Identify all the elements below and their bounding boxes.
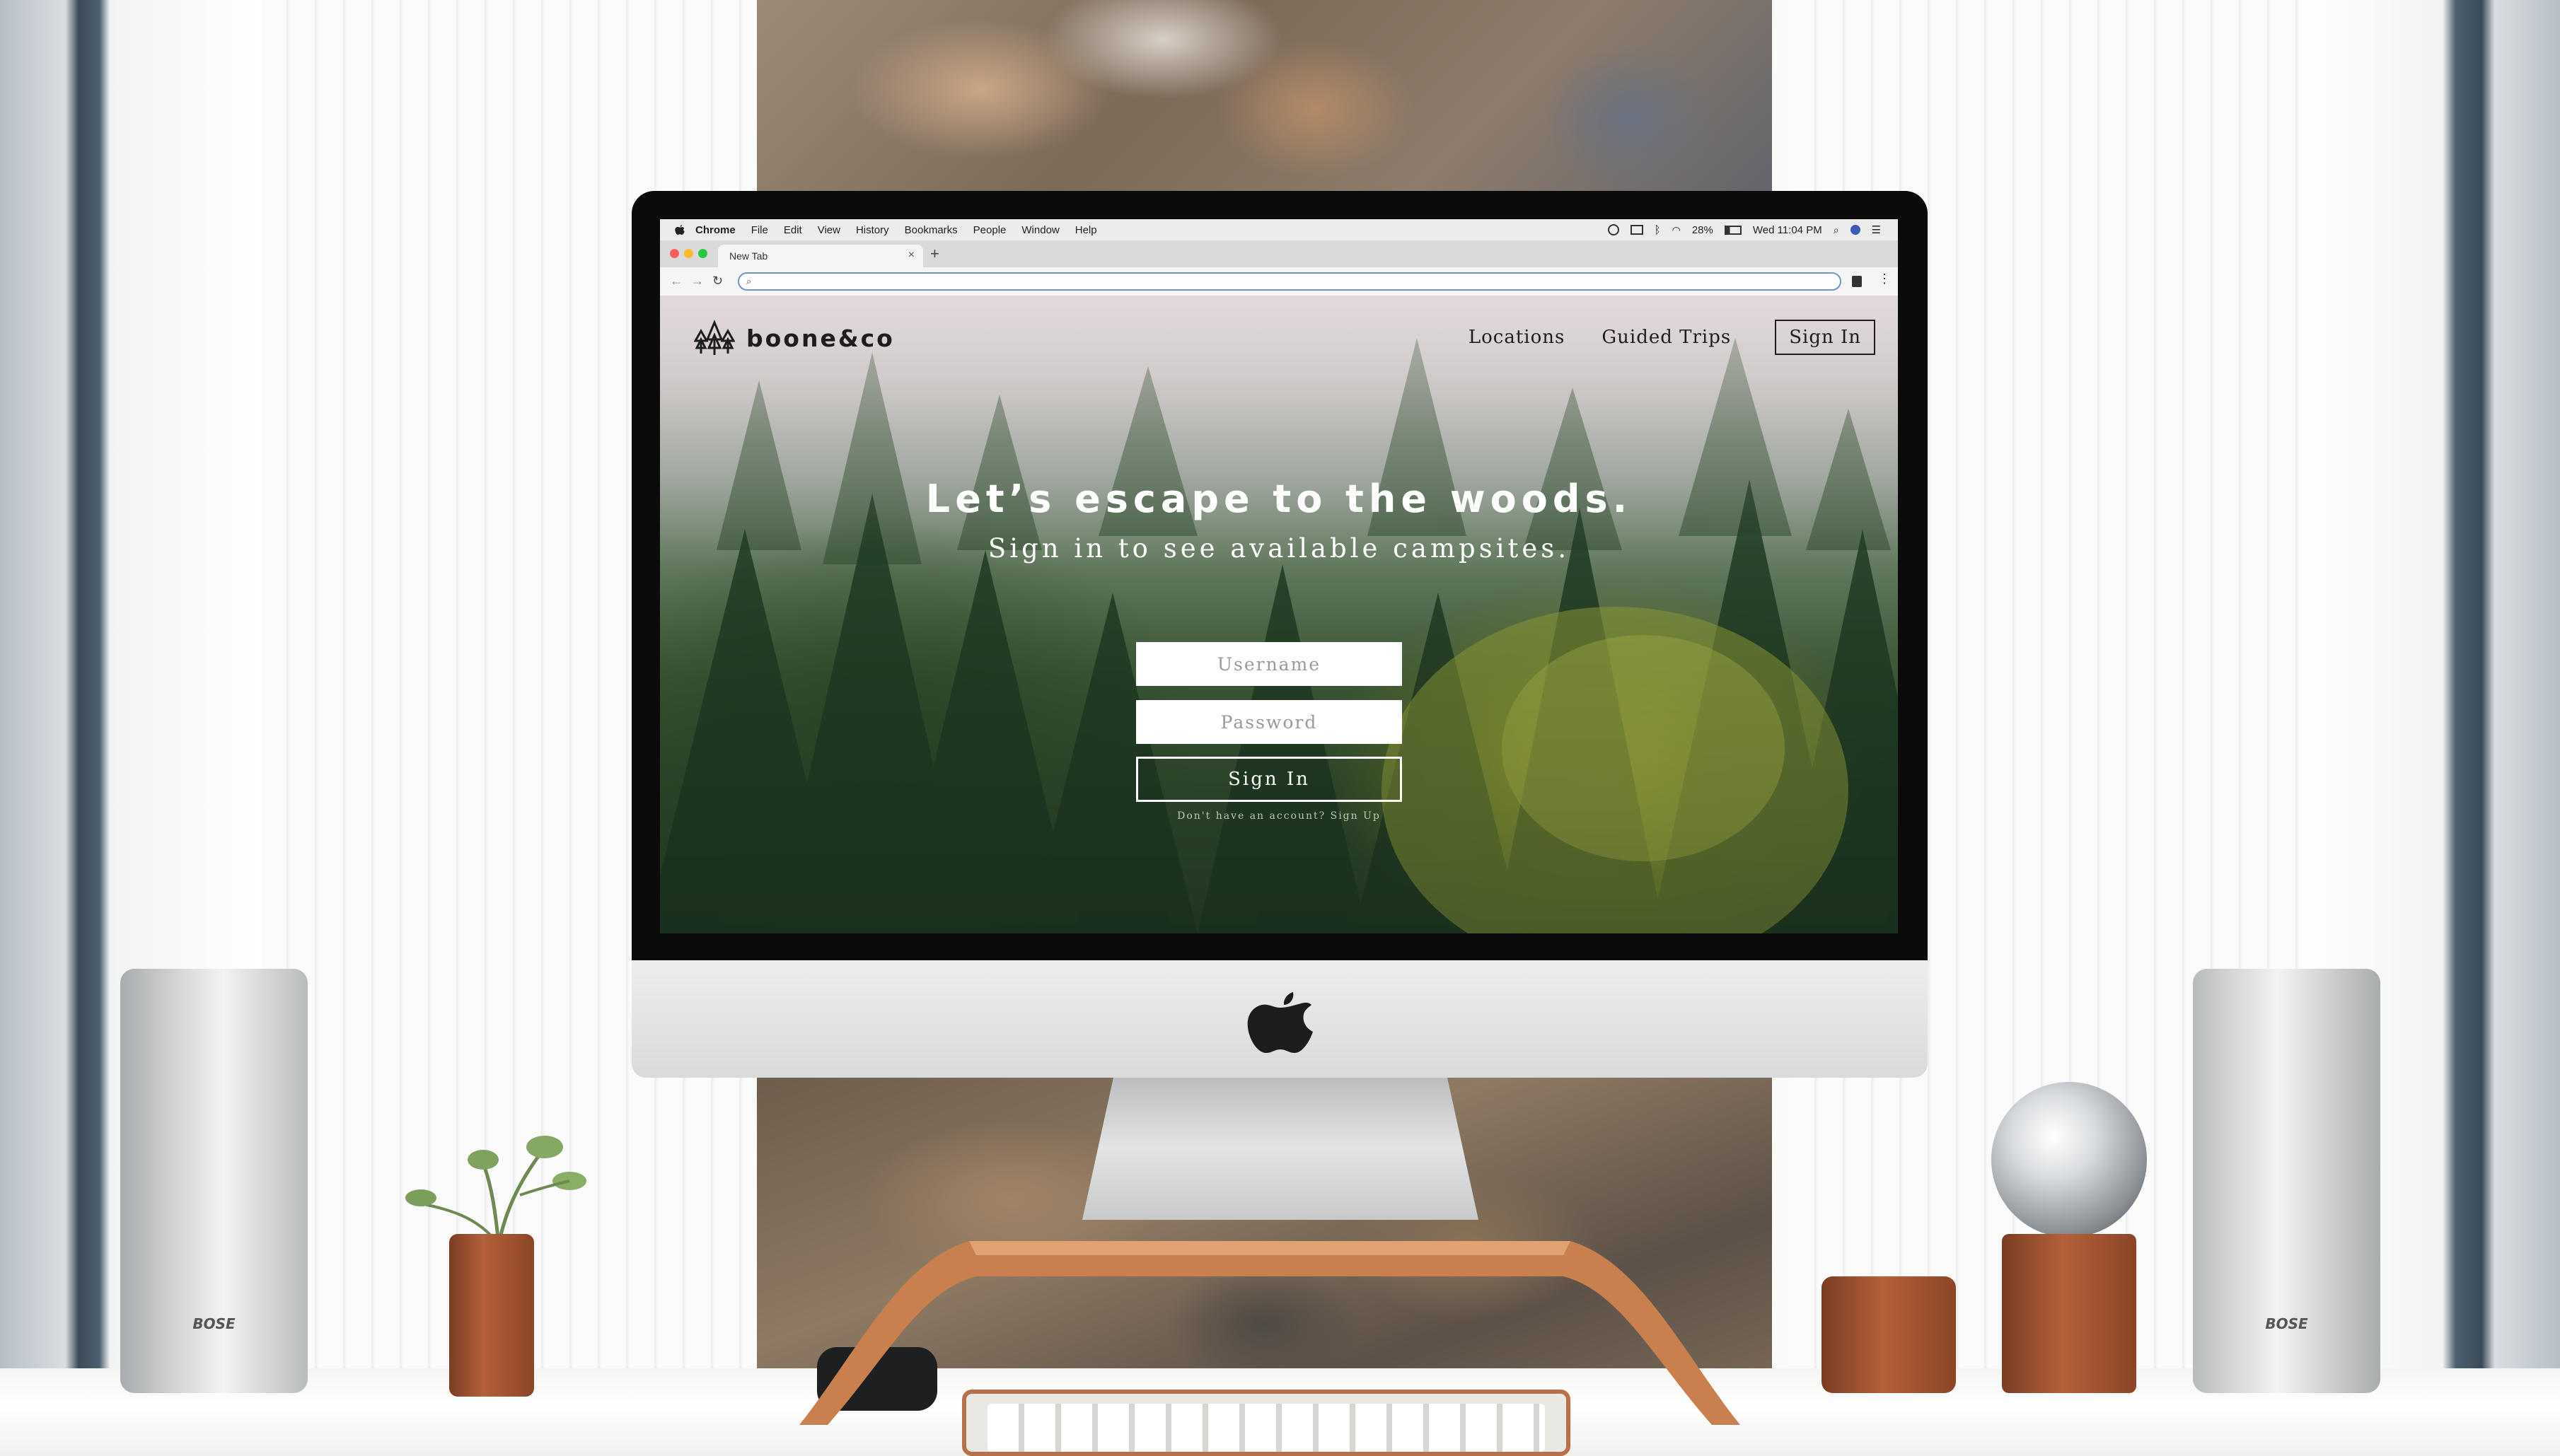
back-icon[interactable]: ← bbox=[670, 274, 683, 289]
battery-icon[interactable] bbox=[1724, 225, 1742, 235]
speaker-brand: BOSE bbox=[2265, 1315, 2308, 1332]
minimize-window-icon[interactable] bbox=[684, 249, 693, 258]
imac-neck bbox=[1082, 1075, 1478, 1220]
menu-file[interactable]: File bbox=[751, 224, 768, 236]
username-field[interactable] bbox=[1136, 642, 1402, 686]
tab-new-tab[interactable]: New Tab × bbox=[718, 245, 923, 267]
password-field[interactable] bbox=[1136, 700, 1402, 744]
tab-title: New Tab bbox=[729, 250, 768, 262]
signup-link[interactable]: Sign Up bbox=[1331, 810, 1381, 822]
site-nav: Locations Guided Trips Sign In bbox=[1432, 320, 1875, 355]
pine-trees-logo-icon bbox=[694, 320, 735, 355]
maximize-window-icon[interactable] bbox=[698, 249, 707, 258]
menu-edit[interactable]: Edit bbox=[784, 224, 802, 236]
search-icon: ⌕ bbox=[746, 276, 752, 286]
address-bar[interactable]: ⌕ bbox=[738, 272, 1841, 291]
menu-help[interactable]: Help bbox=[1075, 224, 1097, 236]
browser-toolbar: ← → ↻ ⌕ ⋮ bbox=[660, 267, 1898, 296]
nav-sign-in-button[interactable]: Sign In bbox=[1775, 320, 1875, 355]
menu-people[interactable]: People bbox=[973, 224, 1007, 236]
signup-prompt-text: Don't have an account? bbox=[1177, 810, 1331, 822]
speaker-brand: BOSE bbox=[192, 1315, 236, 1332]
plant bbox=[405, 1136, 586, 1245]
brand[interactable]: boone&co bbox=[694, 320, 895, 356]
lamp-base bbox=[2002, 1234, 2136, 1393]
reload-icon[interactable]: ↻ bbox=[712, 274, 723, 289]
menu-history[interactable]: History bbox=[856, 224, 889, 236]
menu-window[interactable]: Window bbox=[1021, 224, 1059, 236]
stone-wall-top bbox=[757, 0, 1772, 198]
chrome-menu-icon[interactable]: ⋮ bbox=[1878, 272, 1891, 286]
spotlight-icon[interactable]: ⌕ bbox=[1834, 224, 1839, 236]
website-viewport: boone&co Locations Guided Trips Sign In … bbox=[660, 296, 1898, 933]
wood-cup bbox=[1821, 1276, 1956, 1393]
extension-icon[interactable] bbox=[1852, 276, 1862, 287]
mac-menubar: Chrome File Edit View History Bookmarks … bbox=[660, 219, 1898, 241]
speaker-right: BOSE bbox=[2193, 969, 2380, 1393]
nav-guided-trips[interactable]: Guided Trips bbox=[1602, 327, 1731, 348]
apple-menu-icon[interactable] bbox=[674, 223, 685, 236]
hero-subtitle: Sign in to see available campsites. bbox=[987, 533, 1570, 564]
tab-strip: New Tab × + bbox=[660, 240, 1898, 267]
menu-bookmarks[interactable]: Bookmarks bbox=[905, 224, 958, 236]
signup-prompt: Don't have an account? Sign Up bbox=[660, 810, 1898, 822]
menu-chrome[interactable]: Chrome bbox=[695, 224, 736, 236]
hero-title: Let’s escape to the woods. bbox=[925, 477, 1633, 521]
speaker-left: BOSE bbox=[120, 969, 308, 1393]
address-input[interactable] bbox=[760, 274, 1824, 290]
hero-overlay bbox=[660, 296, 1898, 933]
close-window-icon[interactable] bbox=[670, 249, 679, 258]
creative-cloud-icon[interactable] bbox=[1607, 224, 1619, 235]
forward-icon[interactable]: → bbox=[691, 274, 704, 289]
screen: Chrome File Edit View History Bookmarks … bbox=[660, 219, 1898, 933]
brand-name: boone&co bbox=[746, 324, 895, 352]
bluetooth-icon[interactable]: ᛒ bbox=[1655, 224, 1661, 236]
nav-locations[interactable]: Locations bbox=[1469, 327, 1565, 348]
notification-center-icon[interactable]: ☰ bbox=[1872, 223, 1881, 236]
airplay-icon[interactable] bbox=[1630, 225, 1643, 235]
menubar-status: ᛒ ◠ 28% Wed 11:04 PM ⌕ ☰ bbox=[1607, 223, 1881, 236]
clock[interactable]: Wed 11:04 PM bbox=[1753, 224, 1822, 236]
tab-close-icon[interactable]: × bbox=[908, 249, 915, 262]
lamp-bulb bbox=[1991, 1082, 2147, 1237]
plant-pot bbox=[449, 1234, 534, 1397]
wifi-icon[interactable]: ◠ bbox=[1672, 224, 1681, 236]
apple-logo-icon bbox=[1247, 992, 1313, 1053]
new-tab-button[interactable]: + bbox=[930, 245, 939, 263]
keyboard bbox=[962, 1390, 1570, 1456]
sign-in-button[interactable]: Sign In bbox=[1136, 757, 1402, 802]
user-avatar-icon[interactable] bbox=[1850, 225, 1860, 235]
menu-view[interactable]: View bbox=[818, 224, 840, 236]
battery-percent: 28% bbox=[1691, 223, 1713, 236]
